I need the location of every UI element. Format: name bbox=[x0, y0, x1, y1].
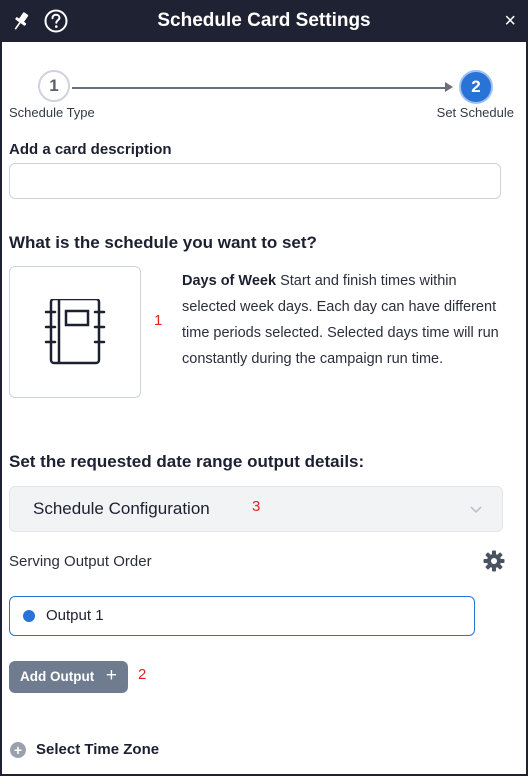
dialog-header: Schedule Card Settings × bbox=[2, 2, 526, 42]
annotation-3: 3 bbox=[252, 498, 261, 515]
step-2-label: Set Schedule bbox=[436, 105, 514, 120]
step-arrow-icon bbox=[445, 82, 453, 92]
step-connector bbox=[72, 87, 450, 89]
schedule-configuration-label: Schedule Configuration bbox=[33, 499, 210, 518]
notebook-icon bbox=[42, 297, 108, 365]
stepper: 1 2 Schedule Type Set Schedule bbox=[2, 42, 526, 132]
dialog-title: Schedule Card Settings bbox=[157, 10, 371, 31]
output-1-item[interactable]: Output 1 bbox=[9, 596, 475, 636]
date-range-heading: Set the requested date range output deta… bbox=[9, 452, 365, 471]
output-dot-icon bbox=[23, 610, 35, 622]
close-icon[interactable]: × bbox=[504, 8, 516, 34]
plus-icon: + bbox=[105, 665, 117, 686]
card-description-input[interactable] bbox=[9, 163, 501, 199]
add-output-button[interactable]: Add Output + bbox=[9, 661, 128, 693]
days-of-week-option-card[interactable] bbox=[9, 266, 141, 398]
card-description-label: Add a card description bbox=[9, 141, 172, 158]
schedule-question-heading: What is the schedule you want to set? bbox=[9, 233, 317, 252]
step-1-circle[interactable]: 1 bbox=[38, 70, 70, 102]
annotation-2: 2 bbox=[138, 666, 147, 683]
output-1-label: Output 1 bbox=[46, 607, 104, 624]
days-of-week-title: Days of Week bbox=[182, 273, 277, 289]
add-output-label: Add Output bbox=[20, 669, 95, 684]
schedule-card-settings-dialog: Schedule Card Settings × 1 2 Schedule Ty… bbox=[0, 0, 528, 776]
chevron-down-icon[interactable] bbox=[470, 501, 482, 519]
days-of-week-description: Days of Week Start and finish times with… bbox=[182, 268, 514, 372]
step-2-circle[interactable]: 2 bbox=[459, 70, 493, 104]
step-1-label: Schedule Type bbox=[9, 105, 95, 120]
gear-icon[interactable] bbox=[483, 550, 505, 572]
select-time-zone-label[interactable]: Select Time Zone bbox=[36, 741, 159, 758]
annotation-1: 1 bbox=[154, 312, 163, 329]
plus-circle-icon[interactable]: + bbox=[10, 742, 26, 758]
serving-output-order-label: Serving Output Order bbox=[9, 553, 152, 570]
